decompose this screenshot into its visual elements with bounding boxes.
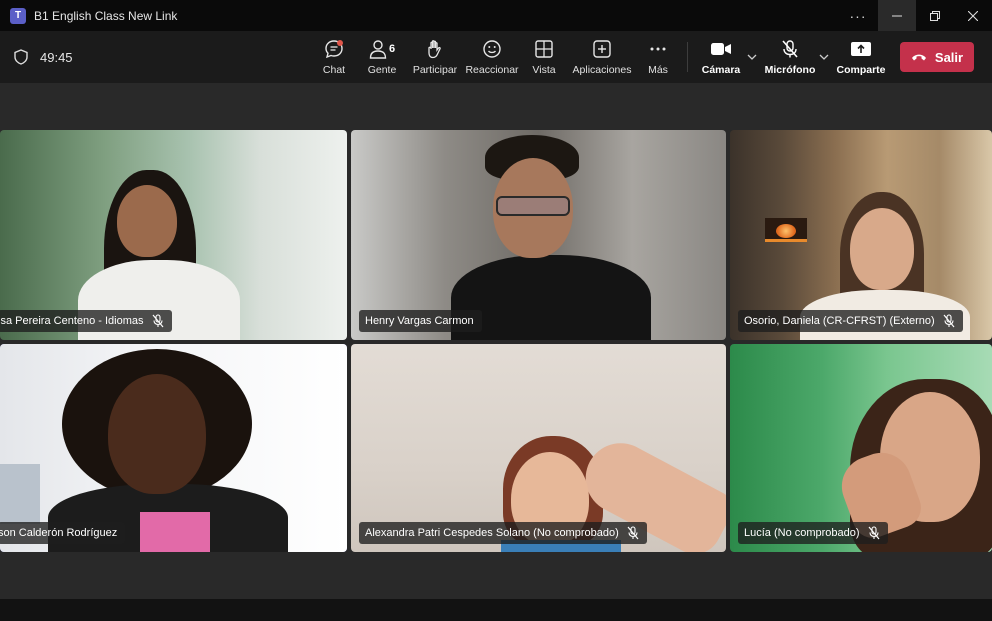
meeting-toolbar: 49:45 Chat 6 Gente Participar Reaccionar… xyxy=(0,31,992,83)
mic-off-icon xyxy=(868,526,880,540)
chat-button[interactable]: Chat xyxy=(311,31,357,83)
participant-face xyxy=(117,185,177,257)
participant-tile[interactable]: Henry Vargas Carmon xyxy=(351,130,726,340)
restore-icon xyxy=(930,10,940,21)
mic-off-icon xyxy=(152,314,163,328)
leave-button[interactable]: Salir xyxy=(900,42,974,72)
participant-name-tag: isa Pereira Centeno - Idiomas xyxy=(0,310,172,332)
raise-hand-button[interactable]: Participar xyxy=(407,31,463,83)
mic-off-icon xyxy=(943,314,955,328)
share-label: Comparte xyxy=(836,64,886,76)
video-stage: isa Pereira Centeno - Idiomas Henry Varg… xyxy=(0,83,992,599)
raise-hand-icon xyxy=(428,40,441,59)
participant-tile[interactable]: isa Pereira Centeno - Idiomas xyxy=(0,130,347,340)
participant-name-tag: Osorio, Daniela (CR-CFRST) (Externo) xyxy=(738,310,963,332)
share-button[interactable]: Comparte xyxy=(834,31,888,83)
camera-button[interactable]: Cámara xyxy=(696,31,746,83)
participant-name: Alexandra Patri Cespedes Solano (No comp… xyxy=(365,527,619,539)
participant-tile-active-speaker[interactable]: son Calderón Rodríguez xyxy=(0,344,347,552)
bottom-bar xyxy=(0,599,992,621)
participant-name: Henry Vargas Carmon xyxy=(365,315,474,327)
people-label: Gente xyxy=(367,64,397,76)
mic-off-icon xyxy=(782,40,798,58)
window-title: B1 English Class New Link xyxy=(34,8,178,23)
grid-view-icon xyxy=(535,40,553,58)
minimize-button[interactable] xyxy=(878,0,916,31)
participant-name-tag: Alexandra Patri Cespedes Solano (No comp… xyxy=(359,522,647,544)
fire-glow xyxy=(776,224,796,238)
participant-name-tag: Lucía (No comprobado) xyxy=(738,522,888,544)
apps-label: Aplicaciones xyxy=(572,64,632,76)
mic-options-chevron-icon[interactable] xyxy=(818,31,830,83)
view-button[interactable]: Vista xyxy=(521,31,567,83)
minimize-icon xyxy=(892,15,902,16)
close-icon xyxy=(968,10,978,21)
participant-name: Lucía (No comprobado) xyxy=(744,527,860,539)
participant-tile[interactable]: Osorio, Daniela (CR-CFRST) (Externo) xyxy=(730,130,992,340)
react-label: Reaccionar xyxy=(465,64,519,76)
close-button[interactable] xyxy=(954,0,992,31)
participant-tile[interactable]: Alexandra Patri Cespedes Solano (No comp… xyxy=(351,344,726,552)
mic-off-icon xyxy=(627,526,639,540)
glasses xyxy=(496,196,570,216)
more-label: Más xyxy=(648,64,668,76)
people-count: 6 xyxy=(388,43,396,55)
apps-button[interactable]: Aplicaciones xyxy=(567,31,637,83)
restore-button[interactable] xyxy=(916,0,954,31)
teams-logo-icon: T xyxy=(10,7,26,24)
mic-label: Micrófono xyxy=(764,64,816,76)
participant-name-tag: Henry Vargas Carmon xyxy=(359,310,482,332)
participant-name: son Calderón Rodríguez xyxy=(0,527,118,539)
title-bar: T B1 English Class New Link ··· xyxy=(0,0,992,31)
camera-label: Cámara xyxy=(701,64,741,76)
camera-options-chevron-icon[interactable] xyxy=(746,31,758,83)
camera-icon xyxy=(711,43,731,55)
participant-name: Osorio, Daniela (CR-CFRST) (Externo) xyxy=(744,315,935,327)
leave-label: Salir xyxy=(934,49,964,65)
participant-face xyxy=(108,374,206,494)
share-screen-icon xyxy=(851,42,871,56)
more-options-icon[interactable]: ··· xyxy=(838,8,878,24)
raise-hand-label: Participar xyxy=(412,64,458,76)
shield-icon xyxy=(14,49,28,65)
view-label: Vista xyxy=(532,64,556,76)
more-button[interactable]: Más xyxy=(637,31,679,83)
meeting-timer: 49:45 xyxy=(40,49,73,65)
participant-name-tag: son Calderón Rodríguez xyxy=(0,522,126,544)
chat-unread-badge xyxy=(337,40,343,46)
participant-name: isa Pereira Centeno - Idiomas xyxy=(0,315,144,327)
people-button[interactable]: 6 Gente xyxy=(357,31,407,83)
people-icon xyxy=(369,40,387,59)
participant-top xyxy=(140,512,210,552)
add-apps-icon xyxy=(593,40,611,58)
background-object xyxy=(0,464,40,524)
react-button[interactable]: Reaccionar xyxy=(463,31,521,83)
hang-up-icon xyxy=(911,54,926,61)
participant-face xyxy=(850,208,914,290)
mic-button[interactable]: Micrófono xyxy=(762,31,818,83)
participant-tile[interactable]: Lucía (No comprobado) xyxy=(730,344,992,552)
more-icon xyxy=(650,47,666,51)
chat-label: Chat xyxy=(322,64,346,76)
smiley-icon xyxy=(483,40,501,58)
toolbar-divider xyxy=(687,42,688,72)
